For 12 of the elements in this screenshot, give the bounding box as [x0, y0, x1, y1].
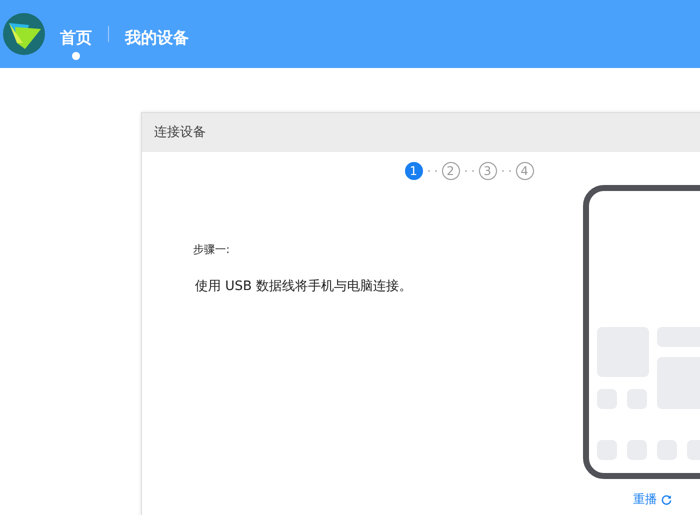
dialog-title: 连接设备	[142, 113, 700, 152]
step-indicator: 4	[516, 162, 534, 180]
step-title: 步骤一:	[193, 242, 231, 257]
logo-icon	[3, 13, 45, 55]
step-indicator: 1	[404, 162, 422, 180]
step-indicator: 3	[478, 162, 496, 180]
instruction-text: 使用 USB 数据线将手机与电脑连接。	[194, 278, 413, 295]
replay-link[interactable]: 重播	[633, 491, 672, 508]
nav-tab[interactable]: 我的设备	[123, 28, 191, 60]
refresh-icon	[661, 494, 672, 505]
nav-tab[interactable]: 首页	[58, 28, 94, 60]
step-indicator: 2	[442, 162, 460, 180]
